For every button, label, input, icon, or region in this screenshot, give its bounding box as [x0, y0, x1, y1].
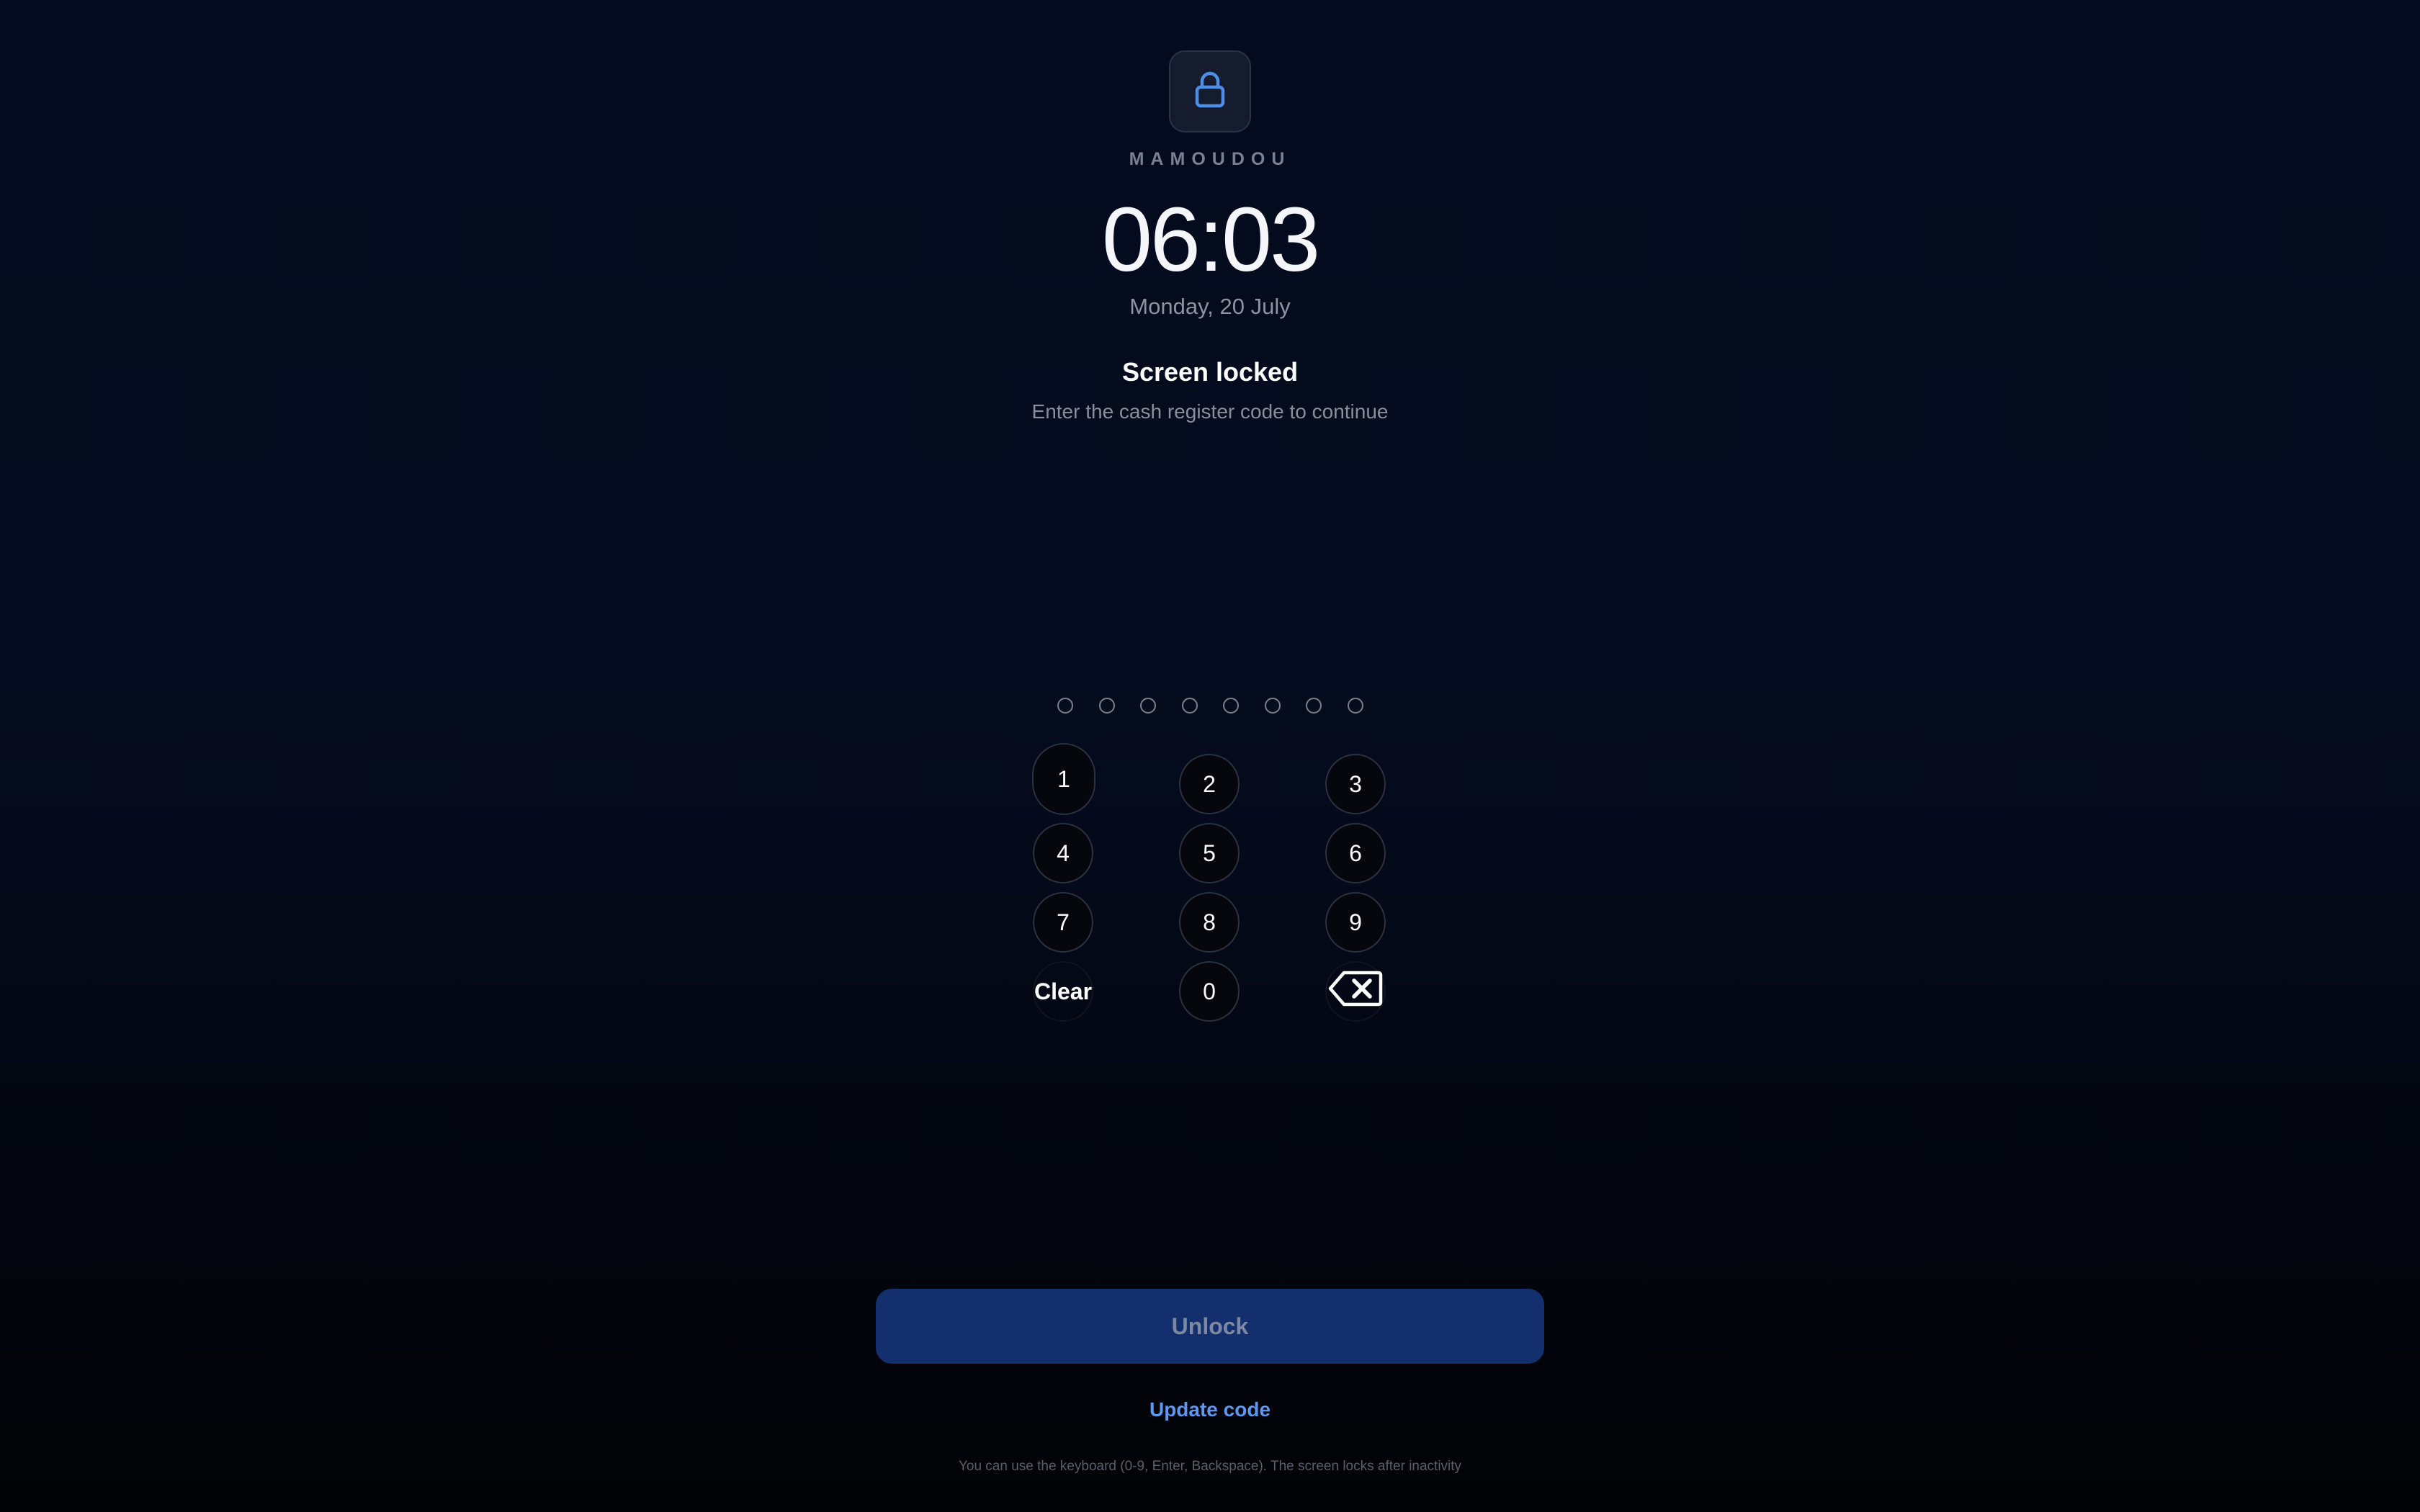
lock-icon — [1192, 70, 1228, 114]
key-6[interactable]: 6 — [1325, 823, 1386, 883]
key-4[interactable]: 4 — [1033, 823, 1093, 883]
pin-dot — [1347, 698, 1363, 714]
lock-subtitle: Enter the cash register code to continue — [1031, 400, 1389, 423]
clock-date: Monday, 20 July — [1129, 294, 1291, 319]
lock-title: Screen locked — [1121, 357, 1299, 387]
pin-dot — [1098, 698, 1115, 714]
update-code-link[interactable]: Update code — [0, 1398, 2420, 1421]
key-8[interactable]: 8 — [1179, 892, 1240, 953]
key-0[interactable]: 0 — [1179, 961, 1240, 1022]
pin-dot — [1140, 698, 1157, 714]
pin-dot — [1264, 698, 1281, 714]
pin-dot — [1223, 698, 1240, 714]
keyboard-hint: You can use the keyboard (0-9, Enter, Ba… — [958, 1459, 1462, 1474]
pin-indicator — [1057, 695, 1363, 716]
unlock-button[interactable]: Unlock — [876, 1289, 1544, 1364]
key-7[interactable]: 7 — [1033, 892, 1093, 953]
backspace-button[interactable] — [1325, 961, 1386, 1022]
pin-dot — [1306, 698, 1322, 714]
key-2[interactable]: 2 — [1179, 754, 1240, 814]
pin-dot — [1057, 698, 1073, 714]
backspace-icon — [1328, 970, 1383, 1013]
clock-time: 06:03 — [1101, 189, 1320, 290]
lock-badge — [1169, 50, 1251, 132]
key-1[interactable]: 1 — [1032, 743, 1095, 815]
key-9[interactable]: 9 — [1325, 892, 1386, 953]
pin-dot — [1181, 698, 1198, 714]
user-name: MAMOUDOU — [1129, 149, 1291, 169]
key-3[interactable]: 3 — [1325, 754, 1386, 814]
key-5[interactable]: 5 — [1179, 823, 1240, 883]
clear-button[interactable]: Clear — [1033, 961, 1093, 1022]
